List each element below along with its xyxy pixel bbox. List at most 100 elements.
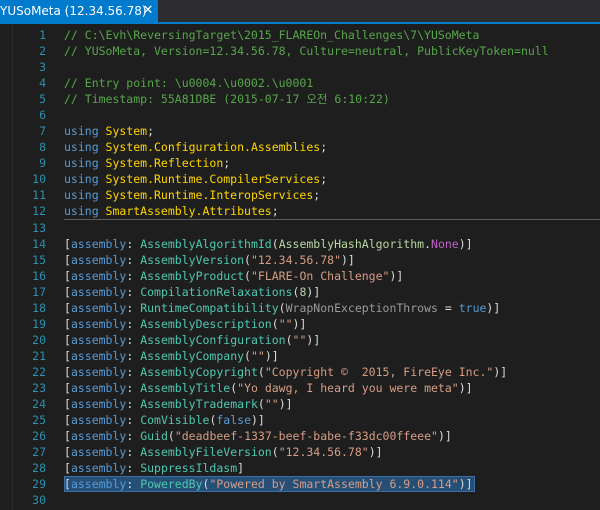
code-line[interactable]: 29 [assembly: PoweredBy("Powered by Smart… [13, 476, 600, 492]
line-text: [assembly: AssemblyProduct("FLARE-On Cha… [64, 268, 403, 284]
code-token: ; [313, 188, 321, 202]
code-token: : [126, 349, 141, 363]
code-token: ; [320, 140, 328, 154]
line-number: 21 [32, 349, 46, 363]
code-token: [ [64, 301, 71, 315]
line-number: 17 [32, 285, 46, 299]
code-token: System [105, 124, 148, 138]
code-line[interactable]: 19 [assembly: AssemblyDescription("")] [13, 316, 600, 332]
code-token: // C:\Evh\ReversingTarget\2015_FLAREOn_C… [64, 28, 480, 42]
code-token: )] [306, 285, 321, 299]
line-number: 9 [39, 156, 46, 170]
code-token: SmartAssembly.Attributes [105, 204, 272, 218]
code-line[interactable]: 1 // C:\Evh\ReversingTarget\2015_FLAREOn_… [13, 27, 600, 43]
code-line[interactable]: 2 // YUSoMeta, Version=12.34.56.78, Cultu… [13, 43, 600, 59]
code-line[interactable]: 8 using System.Configuration.Assemblies; [13, 139, 600, 155]
code-token: "12.34.56.78" [278, 445, 369, 459]
code-line[interactable]: 13 [13, 220, 600, 236]
code-token: assembly [70, 317, 127, 331]
code-token: assembly [70, 381, 127, 395]
line-number: 12 [32, 204, 46, 218]
code-token: [ [64, 253, 71, 267]
line-text: using System.Configuration.Assemblies; [64, 139, 327, 155]
code-token: : [126, 237, 141, 251]
code-line[interactable]: 21 [assembly: AssemblyCompany("")] [13, 348, 600, 364]
code-token: )] [251, 413, 265, 427]
code-token: [ [64, 317, 71, 331]
code-token: [ [64, 349, 71, 363]
code-token: )] [389, 269, 404, 283]
code-line[interactable]: 20 [assembly: AssemblyConfiguration("")] [13, 332, 600, 348]
line-number: 11 [32, 188, 46, 202]
code-token: // Entry point: \u0004.\u0002.\u0001 [64, 76, 314, 90]
line-number: 8 [39, 140, 46, 154]
code-token: System.Runtime.InteropServices [105, 188, 314, 202]
line-number: 16 [32, 269, 46, 283]
code-token: )] [493, 365, 508, 379]
line-text: [assembly: AssemblyVersion("12.34.56.78"… [64, 252, 355, 268]
code-line[interactable]: 7 using System; [13, 123, 600, 139]
code-line[interactable]: 18 [assembly: RuntimeCompatibility(WrapNo… [13, 300, 600, 316]
code-token: : [126, 301, 141, 315]
code-token: [ [64, 285, 71, 299]
code-line[interactable]: 12 using SmartAssembly.Attributes; [13, 203, 600, 219]
close-icon[interactable]: ✕ [140, 0, 156, 22]
code-line[interactable]: 23 [assembly: AssemblyTitle("Yo dawg, I h… [13, 380, 600, 396]
code-token: ; [271, 204, 279, 218]
code-token: ( [244, 349, 251, 363]
code-token: : [126, 285, 141, 299]
code-token: [ [64, 461, 71, 475]
code-token: assembly [70, 301, 127, 315]
code-token: "" [278, 317, 293, 331]
code-token: ( [167, 429, 175, 443]
code-line[interactable]: 10 using System.Runtime.CompilerServices; [13, 171, 600, 187]
code-line[interactable]: 25 [assembly: ComVisible(false)] [13, 412, 600, 428]
code-line[interactable]: 4 // Entry point: \u0004.\u0002.\u0001 [13, 75, 600, 91]
code-token: [ [64, 269, 71, 283]
code-token: AssemblyHashAlgorithm [278, 237, 425, 251]
code-line[interactable]: 24 [assembly: AssemblyTrademark("")] [13, 396, 600, 412]
code-line[interactable]: 5 // Timestamp: 55A81DBE (2015-07-17 오전 6… [13, 91, 600, 107]
code-token: [ [64, 397, 71, 411]
code-token: ( [257, 365, 265, 379]
code-line[interactable]: 16 [assembly: AssemblyProduct("FLARE-On C… [13, 268, 600, 284]
line-text: [assembly: ComVisible(false)] [64, 412, 265, 428]
code-token: "" [264, 397, 279, 411]
code-token: ( [271, 445, 279, 459]
code-line[interactable]: 11 using System.Runtime.InteropServices; [13, 187, 600, 203]
line-text: [assembly: PoweredBy("Powered by SmartAs… [64, 476, 473, 492]
code-line[interactable]: 6 [13, 107, 600, 123]
code-line[interactable]: 26 [assembly: Guid("deadbeef-1337-beef-ba… [13, 428, 600, 444]
code-line[interactable]: 17 [assembly: CompilationRelaxations(8)] [13, 284, 600, 300]
code-token: System.Reflection [105, 156, 224, 170]
code-token: : [126, 429, 141, 443]
code-line[interactable]: 30 [13, 492, 600, 508]
code-token: AssemblyDescription [140, 317, 272, 331]
line-number: 19 [32, 317, 46, 331]
line-number: 26 [32, 429, 46, 443]
code-token: )] [341, 253, 355, 267]
code-token: [ [64, 365, 71, 379]
line-number: 4 [39, 76, 46, 90]
code-editor[interactable]: 1 // C:\Evh\ReversingTarget\2015_FLAREOn_… [0, 24, 600, 510]
code-token: [ [64, 381, 71, 395]
line-text: [assembly: RuntimeCompatibility(WrapNonE… [64, 300, 500, 316]
code-token: : [126, 317, 141, 331]
code-line[interactable]: 3 [13, 59, 600, 75]
code-token: )] [458, 381, 473, 395]
code-line[interactable]: 22 [assembly: AssemblyCopyright("Copyrigh… [13, 364, 600, 380]
line-text: using System.Reflection; [64, 155, 230, 171]
document-tab[interactable]: YUSoMeta (12.34.56.78) ✕ [0, 0, 158, 22]
code-line[interactable]: 9 using System.Reflection; [13, 155, 600, 171]
code-line[interactable]: 15 [assembly: AssemblyVersion("12.34.56.7… [13, 252, 600, 268]
code-line[interactable]: 14 [assembly: AssemblyAlgorithmId(Assembl… [13, 236, 600, 252]
code-token: ] [237, 461, 245, 475]
code-token: : [126, 477, 141, 491]
code-token: AssemblyCompany [140, 349, 245, 363]
code-token: assembly [70, 365, 127, 379]
code-token: [ [64, 477, 71, 491]
code-area[interactable]: 1 // C:\Evh\ReversingTarget\2015_FLAREOn_… [13, 27, 600, 508]
code-token: Guid [140, 429, 168, 443]
code-line[interactable]: 27 [assembly: AssemblyFileVersion("12.34.… [13, 444, 600, 460]
code-line[interactable]: 28 [assembly: SuppressIldasm] [13, 460, 600, 476]
